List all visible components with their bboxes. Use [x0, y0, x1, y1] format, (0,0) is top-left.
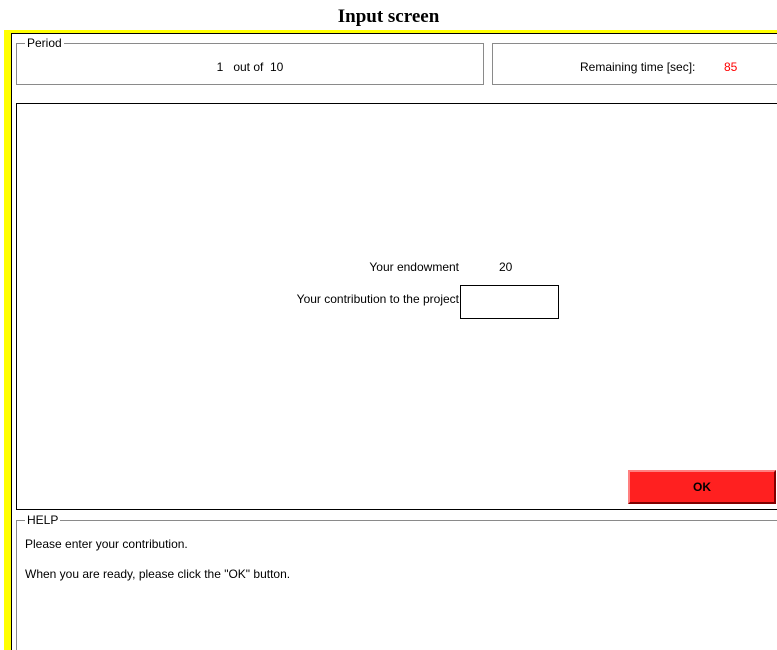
- contribution-input[interactable]: [460, 285, 559, 319]
- main-panel: Your endowment 20 Your contribution to t…: [16, 103, 777, 510]
- help-text-line-2: When you are ready, please click the "OK…: [25, 567, 291, 581]
- period-legend: Period: [25, 36, 64, 50]
- help-group: HELP Please enter your contribution. Whe…: [16, 513, 777, 650]
- experiment-window: Period 1 out of 10 Remaining time [sec]:…: [4, 30, 777, 650]
- screen-title: Input screen: [337, 6, 440, 27]
- remaining-time-value: 85: [724, 60, 738, 74]
- help-text-line-1: Please enter your contribution.: [25, 537, 188, 551]
- period-text: 1 out of 10: [216, 60, 284, 74]
- period-group: Period 1 out of 10: [16, 36, 484, 85]
- remaining-time-group: Remaining time [sec]: 85: [492, 43, 777, 85]
- ok-button[interactable]: OK: [628, 470, 776, 504]
- endowment-value: 20: [499, 260, 513, 274]
- endowment-label: Your endowment: [369, 260, 459, 274]
- help-legend: HELP: [25, 513, 61, 527]
- contribution-label: Your contribution to the project: [296, 292, 459, 306]
- remaining-time-label: Remaining time [sec]:: [580, 60, 696, 74]
- window-content: Period 1 out of 10 Remaining time [sec]:…: [11, 33, 777, 650]
